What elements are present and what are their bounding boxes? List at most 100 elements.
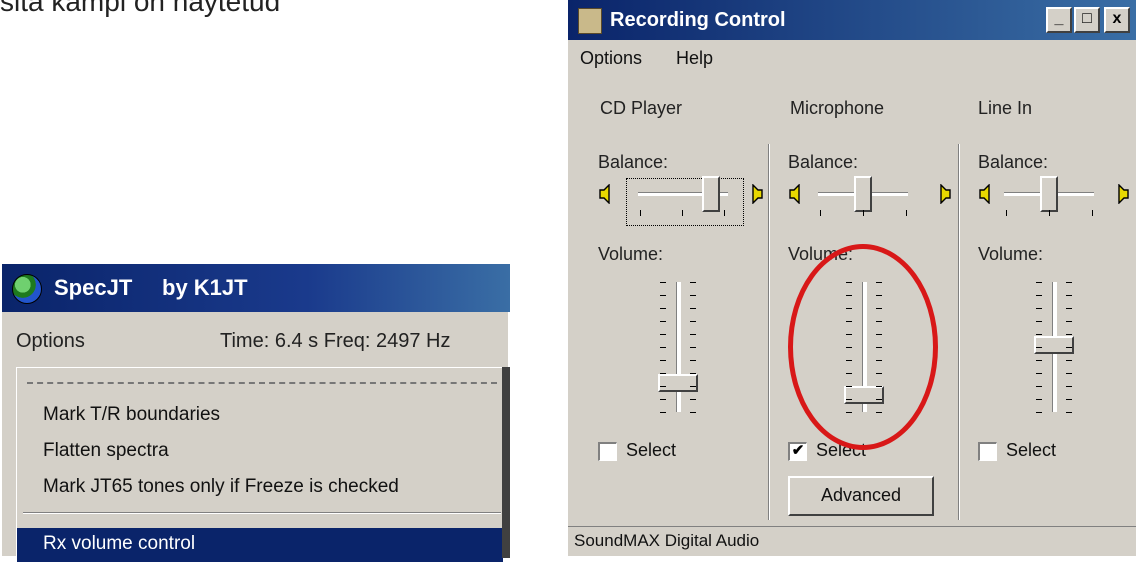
volume-tick	[1036, 373, 1042, 374]
balance-focus-rect	[626, 178, 744, 226]
volume-tick	[690, 373, 696, 374]
menu-item-rx-volume-control[interactable]: Rx volume control	[17, 528, 503, 562]
select-checkbox[interactable]: ✔	[788, 442, 807, 461]
menu-options[interactable]: Options	[580, 48, 642, 69]
volume-tick	[1036, 321, 1042, 322]
volume-tick	[1066, 360, 1072, 361]
advanced-button[interactable]: Advanced	[788, 476, 934, 516]
menu-separator	[23, 512, 501, 514]
mixer-column-cd-player: CD Player Balance: Volume: Select	[578, 80, 768, 520]
mixer-app-icon	[578, 8, 602, 34]
select-checkbox[interactable]	[978, 442, 997, 461]
recording-menubar: Options Help	[568, 42, 1136, 76]
select-label[interactable]: Select	[1006, 440, 1056, 461]
volume-tick	[1066, 321, 1072, 322]
volume-tick	[690, 399, 696, 400]
volume-tick	[1036, 282, 1042, 283]
specjt-titlebar: SpecJT by K1JT	[2, 264, 510, 312]
column-name: CD Player	[600, 98, 683, 118]
tick	[1006, 210, 1007, 216]
red-annotation-circle	[788, 244, 938, 450]
volume-tick	[1036, 386, 1042, 387]
volume-tick	[690, 308, 696, 309]
status-bar: SoundMAX Digital Audio	[568, 526, 1136, 556]
select-label[interactable]: Select	[626, 440, 676, 461]
volume-slider-track[interactable]	[676, 282, 681, 412]
volume-tick	[1036, 295, 1042, 296]
balance-slider-thumb[interactable]	[702, 176, 720, 212]
volume-tick	[690, 282, 696, 283]
volume-tick	[660, 334, 666, 335]
tick	[906, 210, 907, 216]
minimize-button[interactable]: _	[1046, 7, 1072, 33]
tick	[640, 210, 641, 216]
volume-tick	[1036, 308, 1042, 309]
balance-slider-thumb[interactable]	[854, 176, 872, 212]
volume-tick	[1066, 412, 1072, 413]
volume-tick	[1066, 386, 1072, 387]
specjt-title-by: by K1JT	[162, 275, 248, 300]
menu-item-mark-jt65-tones[interactable]: Mark JT65 tones only if Freeze is checke…	[43, 476, 399, 498]
volume-tick	[660, 412, 666, 413]
recording-title: Recording Control	[610, 9, 786, 31]
speaker-left-icon	[789, 184, 800, 204]
options-dropdown-menu: Mark T/R boundaries Flatten spectra Mark…	[16, 367, 503, 562]
menu-help[interactable]: Help	[676, 48, 713, 69]
recording-control-window: Recording Control _ □ x Options Help CD …	[568, 0, 1136, 556]
volume-tick	[660, 347, 666, 348]
volume-tick	[660, 373, 666, 374]
tick	[682, 210, 683, 216]
column-name: Line In	[978, 98, 1033, 118]
select-checkbox[interactable]	[598, 442, 617, 461]
specjt-title-app: SpecJT	[54, 275, 133, 300]
volume-tick	[690, 334, 696, 335]
menu-item-flatten-spectra[interactable]: Flatten spectra	[43, 440, 169, 462]
specjt-options-menu[interactable]: Options	[16, 330, 85, 353]
caption-text: sita kampi on näytetud	[0, 0, 281, 17]
balance-label: Balance:	[978, 152, 1049, 172]
volume-tick	[660, 321, 666, 322]
balance-slider-thumb[interactable]	[1040, 176, 1058, 212]
column-name: Microphone	[790, 98, 885, 118]
volume-tick	[660, 295, 666, 296]
volume-tick	[660, 282, 666, 283]
volume-tick	[690, 360, 696, 361]
volume-tick	[660, 308, 666, 309]
volume-tick	[1066, 295, 1072, 296]
volume-tick	[660, 360, 666, 361]
tick	[1092, 210, 1093, 216]
specjt-window: SpecJT by K1JT Options Time: 6.4 s Freq:…	[0, 262, 510, 562]
volume-slider-thumb[interactable]	[658, 374, 698, 392]
recording-titlebar: Recording Control _ □ x	[568, 0, 1136, 40]
tick	[724, 210, 725, 216]
globe-icon	[12, 274, 42, 304]
speaker-right-icon	[940, 184, 951, 204]
speaker-left-icon	[979, 184, 990, 204]
volume-tick	[690, 321, 696, 322]
volume-tick	[1036, 334, 1042, 335]
tearoff-line[interactable]	[27, 382, 497, 384]
volume-tick	[1066, 282, 1072, 283]
maximize-button[interactable]: □	[1074, 7, 1100, 33]
volume-tick	[690, 412, 696, 413]
volume-tick	[690, 347, 696, 348]
balance-label: Balance:	[598, 152, 669, 172]
volume-slider-thumb[interactable]	[1034, 336, 1074, 354]
speaker-left-icon	[599, 184, 610, 204]
menu-item-mark-tr-boundaries[interactable]: Mark T/R boundaries	[43, 404, 220, 426]
tick	[1049, 210, 1050, 216]
volume-label: Volume:	[978, 244, 1044, 264]
volume-tick	[1036, 347, 1042, 348]
balance-label: Balance:	[788, 152, 859, 172]
volume-tick	[690, 295, 696, 296]
volume-tick	[1036, 399, 1042, 400]
volume-tick	[660, 399, 666, 400]
tick	[820, 210, 821, 216]
volume-tick	[1036, 412, 1042, 413]
tick	[863, 210, 864, 216]
speaker-right-icon	[1118, 184, 1129, 204]
volume-tick	[1036, 360, 1042, 361]
volume-tick	[1066, 399, 1072, 400]
volume-tick	[1066, 308, 1072, 309]
close-button[interactable]: x	[1104, 7, 1130, 33]
